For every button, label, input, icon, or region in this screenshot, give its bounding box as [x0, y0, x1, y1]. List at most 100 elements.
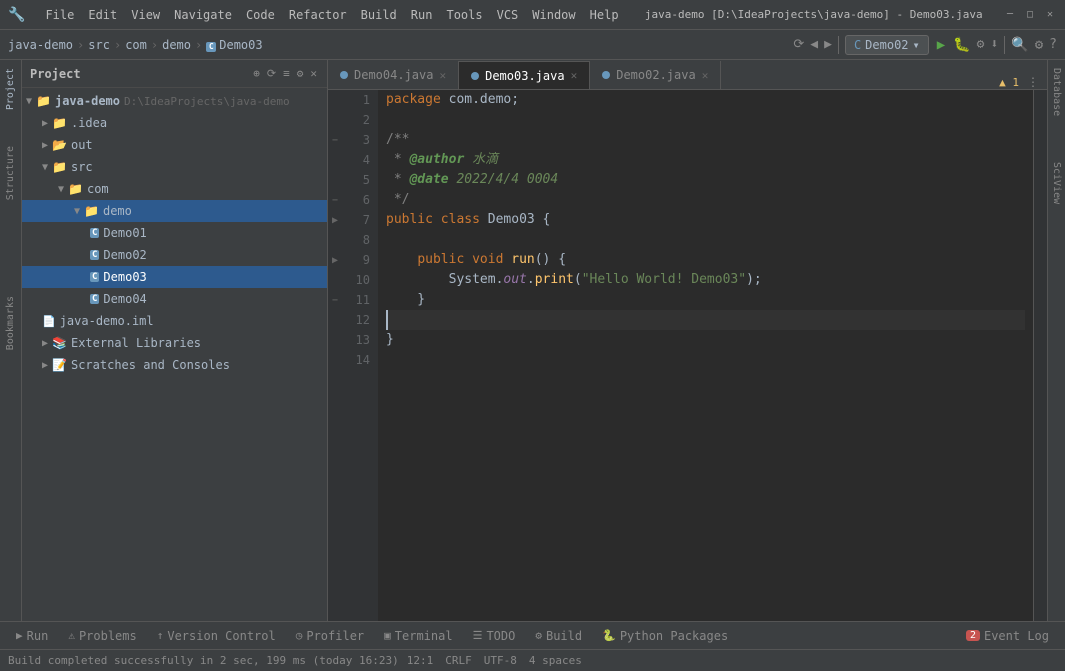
fold-icon[interactable]: − — [332, 135, 338, 146]
tab-close-icon[interactable]: ✕ — [439, 69, 446, 82]
cursor-position[interactable]: 12:1 — [407, 654, 434, 667]
iml-file-icon: 📄 — [42, 315, 56, 328]
out-folder-icon: 📂 — [52, 138, 67, 152]
add-icon[interactable]: ⊕ — [251, 66, 262, 81]
tree-label: Demo02 — [103, 248, 146, 262]
tree-item-src[interactable]: ▼ 📁 src — [22, 156, 327, 178]
todo-tab[interactable]: ☰ TODO — [465, 624, 524, 648]
menu-refactor[interactable]: Refactor — [283, 6, 353, 24]
scrollbar-minimap[interactable] — [1033, 90, 1047, 621]
build-tab[interactable]: ⚙ Build — [527, 624, 590, 648]
nav-forward-icon[interactable]: ▶ — [824, 37, 832, 52]
breadcrumb-src[interactable]: src — [88, 38, 110, 52]
menu-window[interactable]: Window — [526, 6, 581, 24]
menu-tools[interactable]: Tools — [440, 6, 488, 24]
sync-icon[interactable]: ⟳ — [265, 66, 278, 81]
project-vertical-tab[interactable]: Project — [3, 60, 18, 118]
help-icon[interactable]: ? — [1049, 37, 1057, 52]
src-folder-icon: 📁 — [52, 160, 67, 174]
tree-item-demo03[interactable]: C Demo03 — [22, 266, 327, 288]
maximize-button[interactable]: □ — [1023, 8, 1037, 22]
version-control-tab[interactable]: ↑ Version Control — [149, 624, 284, 648]
expand-arrow-icon: ▶ — [42, 360, 48, 371]
code-line-1: package com.demo; — [386, 90, 1025, 110]
toolbar-right: ⟳ ◀ ▶ C Demo02 ▾ ▶ 🐛 ⚙ ⬇ 🔍 ⚙ ? — [793, 35, 1057, 55]
tab-close-icon[interactable]: ✕ — [702, 69, 709, 82]
tree-item-idea[interactable]: ▶ 📁 .idea — [22, 112, 327, 134]
tree-item-scratches[interactable]: ▶ 📝 Scratches and Consoles — [22, 354, 327, 376]
tab-demo02[interactable]: Demo02.java ✕ — [590, 61, 721, 89]
breadcrumb-project[interactable]: java-demo — [8, 38, 73, 52]
search-everywhere-icon[interactable]: 🔍 — [1011, 37, 1028, 53]
run-button[interactable]: ▶ — [935, 37, 947, 53]
line-8: 8 — [328, 230, 378, 250]
tree-item-ext-libs[interactable]: ▶ 📚 External Libraries — [22, 332, 327, 354]
menu-navigate[interactable]: Navigate — [168, 6, 238, 24]
fold-icon[interactable]: − — [332, 295, 338, 306]
menu-code[interactable]: Code — [240, 6, 281, 24]
bookmarks-vertical-tab[interactable]: Bookmarks — [3, 288, 18, 358]
minimize-button[interactable]: ─ — [1003, 8, 1017, 22]
tree-item-demo01[interactable]: C Demo01 — [22, 222, 327, 244]
breadcrumb-class[interactable]: CDemo03 — [206, 38, 262, 52]
tree-item-demo02[interactable]: C Demo02 — [22, 244, 327, 266]
run-icon[interactable]: ▶ — [332, 215, 338, 226]
tree-path: D:\IdeaProjects\java-demo — [124, 95, 290, 108]
database-vertical-tab[interactable]: Database — [1049, 60, 1064, 124]
event-log-button[interactable]: 2 Event Log — [958, 627, 1057, 645]
run-tab[interactable]: ▶ Run — [8, 624, 56, 648]
python-packages-tab[interactable]: 🐍 Python Packages — [594, 624, 736, 648]
run-coverage-icon[interactable]: ⚙ — [977, 37, 985, 52]
tree-item-root[interactable]: ▼ 📁 java-demo D:\IdeaProjects\java-demo — [22, 90, 327, 112]
tree-label: java-demo.iml — [60, 314, 154, 328]
expand-tabs-icon[interactable]: ⋮ — [1027, 75, 1039, 89]
more-run-icon[interactable]: ⬇ — [990, 37, 998, 52]
close-button[interactable]: ✕ — [1043, 8, 1057, 22]
sciview-vertical-tab[interactable]: SciView — [1049, 154, 1064, 212]
close-panel-icon[interactable]: ✕ — [308, 66, 319, 81]
vcs-update-icon[interactable]: ⟳ — [793, 37, 804, 52]
python-tab-icon: 🐍 — [602, 629, 616, 642]
warning-indicator[interactable]: ▲ 1 — [999, 76, 1019, 89]
line-ending[interactable]: CRLF — [445, 654, 472, 667]
tab-close-icon[interactable]: ✕ — [571, 69, 578, 82]
run-icon[interactable]: ▶ — [332, 255, 338, 266]
encoding[interactable]: UTF-8 — [484, 654, 517, 667]
terminal-tab-icon: ▣ — [384, 629, 391, 642]
tree-item-out[interactable]: ▶ 📂 out — [22, 134, 327, 156]
left-vertical-tabs: Project Structure Bookmarks — [0, 60, 22, 621]
line-1: 1 — [328, 90, 378, 110]
demo-folder-icon: 📁 — [84, 204, 99, 218]
terminal-tab[interactable]: ▣ Terminal — [376, 624, 460, 648]
gear-icon[interactable]: ⚙ — [295, 66, 306, 81]
tree-item-com[interactable]: ▼ 📁 com — [22, 178, 327, 200]
profiler-tab[interactable]: ◷ Profiler — [288, 624, 372, 648]
structure-vertical-tab[interactable]: Structure — [3, 138, 18, 208]
tab-demo03[interactable]: Demo03.java ✕ — [459, 61, 590, 89]
nav-back-icon[interactable]: ◀ — [810, 37, 818, 52]
tree-item-demo04[interactable]: C Demo04 — [22, 288, 327, 310]
menu-view[interactable]: View — [125, 6, 166, 24]
indent-setting[interactable]: 4 spaces — [529, 654, 582, 667]
fold-icon[interactable]: − — [332, 195, 338, 206]
project-panel-header: Project ⊕ ⟳ ≡ ⚙ ✕ — [22, 60, 327, 88]
menu-run[interactable]: Run — [405, 6, 439, 24]
problems-tab[interactable]: ⚠ Problems — [60, 624, 144, 648]
debug-icon[interactable]: 🐛 — [953, 37, 970, 53]
settings-icon[interactable]: ⚙ — [1035, 37, 1043, 53]
menu-file[interactable]: File — [39, 6, 80, 24]
tab-demo04[interactable]: Demo04.java ✕ — [328, 61, 459, 89]
breadcrumb-demo[interactable]: demo — [162, 38, 191, 52]
collapse-icon[interactable]: ≡ — [281, 66, 292, 81]
tree-label: Demo04 — [103, 292, 146, 306]
menu-build[interactable]: Build — [355, 6, 403, 24]
menu-help[interactable]: Help — [584, 6, 625, 24]
python-tab-label: Python Packages — [620, 629, 728, 643]
menu-edit[interactable]: Edit — [82, 6, 123, 24]
run-config-dropdown[interactable]: C Demo02 ▾ — [845, 35, 929, 55]
code-editor[interactable]: package com.demo; /** * @author 水滴 * @da… — [378, 90, 1033, 621]
tree-item-iml[interactable]: 📄 java-demo.iml — [22, 310, 327, 332]
tree-item-demo[interactable]: ▼ 📁 demo — [22, 200, 327, 222]
menu-vcs[interactable]: VCS — [491, 6, 525, 24]
breadcrumb-com[interactable]: com — [125, 38, 147, 52]
